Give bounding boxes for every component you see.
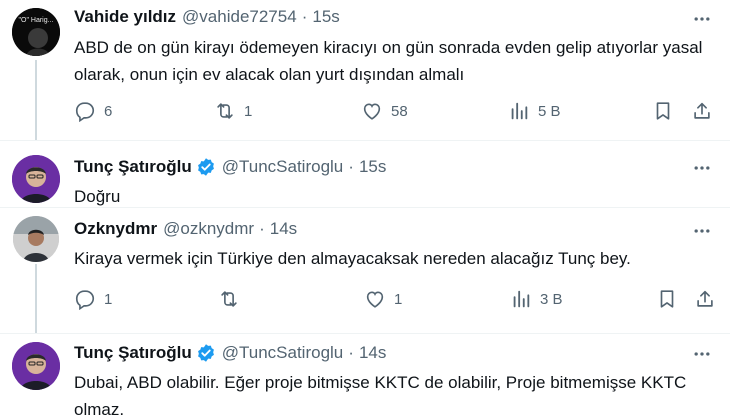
bookmark-button[interactable] [652,100,674,122]
timestamp[interactable]: 14s [359,343,386,363]
author-name[interactable]: Vahide yıldız [74,7,176,27]
share-icon [694,102,710,119]
timestamp[interactable]: 15s [312,7,339,27]
more-icon[interactable] [692,158,712,178]
retweet-count: 1 [244,102,253,120]
avatar[interactable] [12,155,60,203]
author-handle[interactable]: @TuncSatiroglu [222,343,344,363]
separator-dot: · [348,343,354,362]
reply-button[interactable]: 6 [74,100,112,122]
views-count: 5 B [538,102,561,120]
more-icon[interactable] [692,9,712,29]
share-icon [697,290,713,307]
author-handle[interactable]: @ozknydmr [163,219,254,239]
share-button[interactable] [691,100,713,122]
tweet-text: Dubai, ABD olabilir. Eğer proje bitmişse… [74,373,687,419]
avatar-text: "O" Harig... [19,17,54,24]
views-icon [513,290,530,308]
action-bar: 1 1 3 B [74,286,714,312]
avatar[interactable] [12,342,60,390]
timestamp[interactable]: 14s [270,219,297,239]
author-name[interactable]: Tunç Şatıroğlu [74,343,192,363]
more-icon[interactable] [692,344,712,364]
reply-count: 1 [104,290,113,308]
like-icon [366,291,384,308]
like-count: 1 [394,290,403,308]
thread-line [35,60,37,140]
tweet-vahide[interactable]: "O" Harig... Vahide yıldız @vahide72754 … [0,0,730,140]
author-name[interactable]: Ozknydmr [74,219,157,239]
verified-icon [197,158,214,176]
views-icon [511,102,528,120]
retweet-icon [221,291,237,307]
thread-line [35,264,37,333]
share-button[interactable] [694,288,716,310]
tweet-text: Kiraya vermek için Türkiye den almayacak… [74,249,631,268]
bookmark-icon [656,102,670,120]
separator-dot: · [301,7,308,26]
more-icon[interactable] [692,221,712,241]
avatar[interactable]: "O" Harig... [12,8,60,56]
tweet-ozknydmr[interactable]: Ozknydmr @ozknydmr · 14s Kiraya vermek i… [0,208,730,333]
retweet-button[interactable] [218,288,248,310]
like-icon [363,103,381,120]
views-count: 3 B [540,290,563,308]
separator-dot: · [259,219,265,238]
author-name[interactable]: Tunç Şatıroğlu [74,157,192,177]
like-button[interactable]: 1 [364,288,402,310]
bookmark-icon [660,290,674,308]
tweet-text: Doğru [74,187,121,206]
author-handle[interactable]: @TuncSatiroglu [222,157,344,177]
avatar[interactable] [13,216,59,262]
retweet-icon [217,103,233,119]
timestamp[interactable]: 15s [359,157,386,177]
action-bar: 6 1 58 5 B [74,98,714,124]
retweet-button[interactable]: 1 [214,100,252,122]
like-count: 58 [391,102,408,120]
views-button[interactable]: 5 B [508,100,561,122]
author-handle[interactable]: @vahide72754 [182,7,297,27]
reply-count: 6 [104,102,113,120]
separator-dot: · [348,157,354,176]
tweet-text: ABD de on gün kirayı ödemeyen kiracıyı o… [74,38,703,84]
reply-icon [75,102,95,122]
views-button[interactable]: 3 B [510,288,563,310]
tweet-tunc-2[interactable]: Tunç Şatıroğlu @TuncSatiroglu · 14s Duba… [0,334,730,420]
tweet-tunc-1[interactable]: Tunç Şatıroğlu @TuncSatiroglu · 15s Doğr… [0,141,730,207]
reply-icon [75,290,95,310]
bookmark-button[interactable] [656,288,678,310]
verified-icon [197,344,214,362]
reply-button[interactable]: 1 [74,288,112,310]
like-button[interactable]: 58 [361,100,408,122]
